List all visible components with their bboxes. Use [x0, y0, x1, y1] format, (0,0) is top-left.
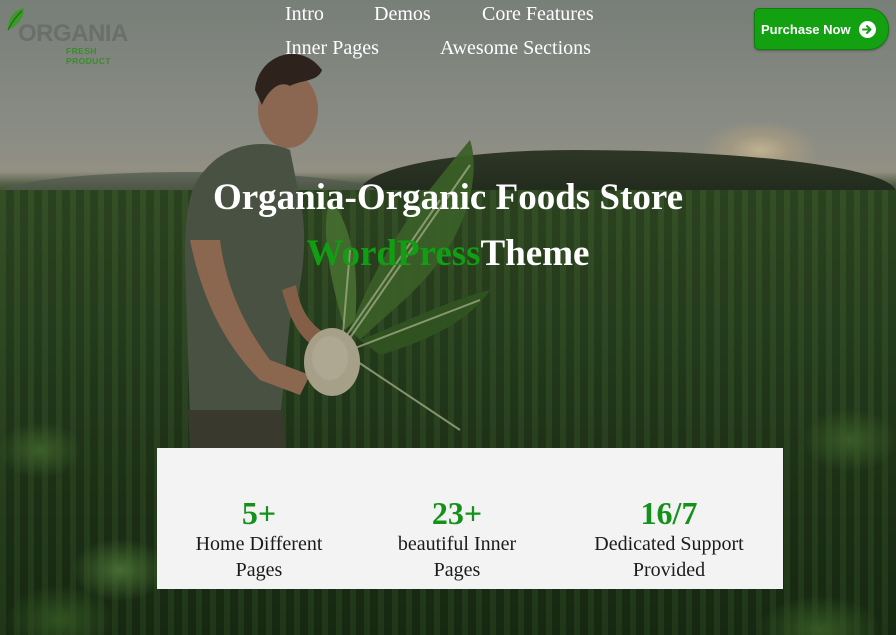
- stat-value: 5+: [241, 495, 277, 531]
- nav-item-intro[interactable]: Intro: [285, 3, 324, 26]
- logo-tagline: FRESH PRODUCT: [66, 46, 111, 66]
- stat-label: Pages: [235, 559, 283, 581]
- hero-title-line2: WordPressTheme: [0, 226, 896, 282]
- stat-label: Home Different: [195, 533, 323, 555]
- hero-title-line1: Organia-Organic Foods Store: [212, 177, 683, 218]
- stat-label: beautiful Inner: [397, 533, 517, 555]
- stat-value: 23+: [431, 495, 483, 531]
- stats-card: 5+ Home Different Pages 23+ beautiful In…: [157, 448, 783, 589]
- stat-home-pages: 5+ Home Different Pages: [159, 495, 359, 583]
- nav-item-awesome-sections[interactable]: Awesome Sections: [440, 37, 591, 60]
- stat-value: 16/7: [640, 495, 698, 531]
- hero-title-rest: Theme: [480, 233, 590, 274]
- purchase-now-button[interactable]: Purchase Now: [754, 8, 889, 50]
- nav-item-inner-pages[interactable]: Inner Pages: [285, 37, 379, 60]
- hero-title-accent: WordPress: [306, 233, 481, 274]
- stat-label: Provided: [632, 559, 706, 581]
- stat-label: Dedicated Support: [594, 533, 744, 555]
- brand-logo[interactable]: ORGANIA FRESH PRODUCT: [4, 4, 144, 66]
- stat-inner-pages: 23+ beautiful Inner Pages: [357, 495, 557, 583]
- stat-label: Pages: [433, 559, 481, 581]
- stat-support: 16/7 Dedicated Support Provided: [569, 495, 769, 583]
- purchase-label: Purchase Now: [761, 21, 851, 37]
- main-navigation: Intro Demos Core Features Inner Pages Aw…: [270, 0, 670, 70]
- logo-wordmark: ORGANIA: [18, 20, 128, 47]
- arrow-right-circle-icon: [859, 21, 876, 38]
- nav-item-core-features[interactable]: Core Features: [482, 3, 594, 26]
- nav-item-demos[interactable]: Demos: [374, 3, 431, 26]
- hero-title: Organia-Organic Foods Store WordPressThe…: [0, 170, 896, 282]
